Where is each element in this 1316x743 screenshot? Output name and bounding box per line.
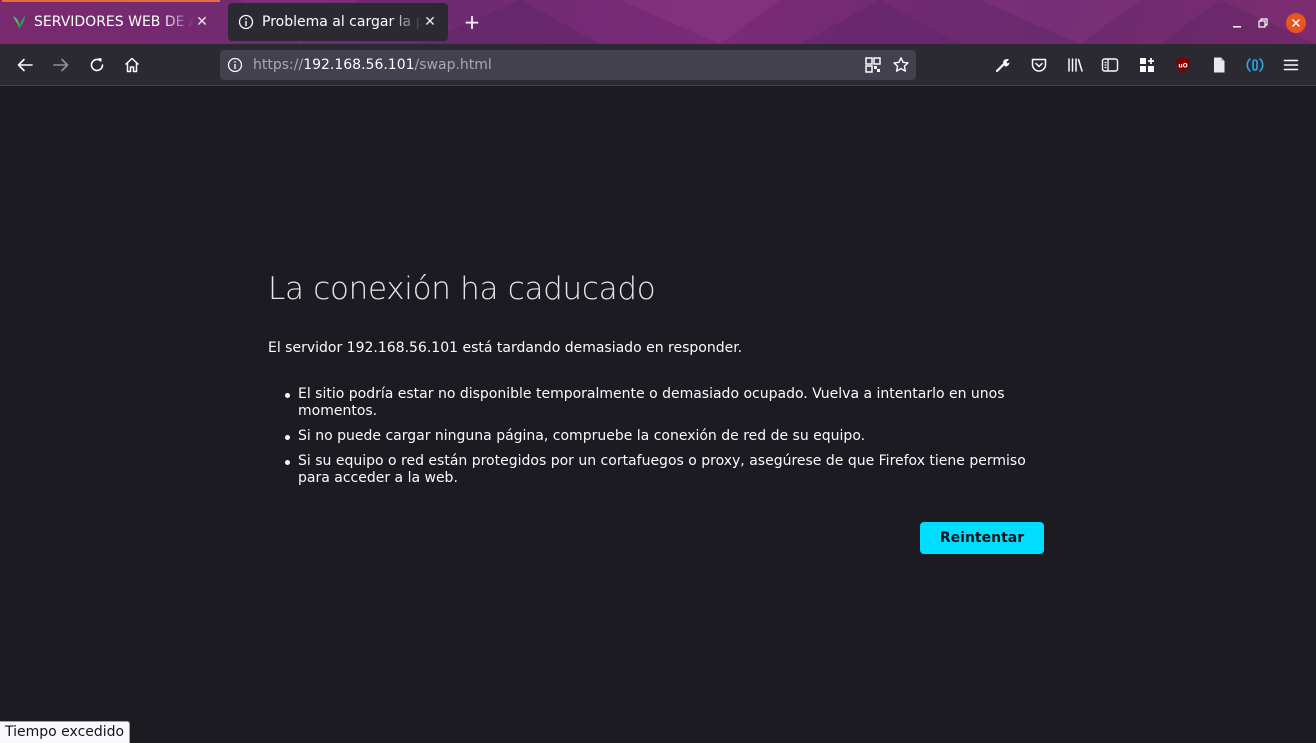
retry-button[interactable]: Reintentar	[920, 522, 1044, 554]
sidebar-button[interactable]	[1100, 55, 1120, 75]
restore-icon	[1258, 18, 1268, 28]
tab-label: SERVIDORES WEB DE AL	[34, 14, 194, 30]
forward-button[interactable]	[51, 55, 71, 75]
extensions-button[interactable]	[1137, 55, 1157, 75]
tab-close-icon[interactable]: ✕	[422, 14, 438, 30]
inactive-tab-indicator	[2, 0, 220, 2]
tab-servidores[interactable]: SERVIDORES WEB DE AL ✕	[2, 3, 220, 41]
arrow-right-icon	[53, 58, 69, 72]
tab-problema[interactable]: Problema al cargar la página ✕	[228, 3, 448, 41]
new-tab-button[interactable]: +	[462, 12, 482, 32]
library-button[interactable]	[1065, 55, 1085, 75]
wappalyzer-button[interactable]	[1245, 55, 1265, 75]
status-bar: Tiempo excedido	[0, 721, 131, 743]
wrench-icon	[995, 58, 1010, 73]
hamburger-menu-icon	[1283, 59, 1299, 71]
ublock-shield-icon: uO	[1176, 57, 1190, 73]
home-button[interactable]	[122, 55, 142, 75]
reload-button[interactable]	[87, 55, 107, 75]
home-icon	[124, 57, 140, 73]
tab-bar: SERVIDORES WEB DE AL ✕ Problema al carga…	[0, 0, 1316, 44]
pocket-button[interactable]	[1029, 55, 1049, 75]
wrench-button[interactable]	[993, 55, 1013, 75]
leaf-icon	[12, 14, 26, 30]
page-button[interactable]	[1209, 55, 1229, 75]
document-icon	[1214, 57, 1225, 73]
close-icon	[1291, 18, 1301, 28]
minimize-icon	[1233, 26, 1241, 28]
url-bar[interactable]: https://192.168.56.101/swap.html	[220, 50, 916, 80]
library-icon	[1068, 58, 1083, 72]
minimize-button[interactable]	[1228, 14, 1246, 32]
error-title: La conexión ha caducado	[268, 271, 656, 307]
bookmark-star-icon[interactable]	[892, 56, 910, 74]
tab-close-icon[interactable]: ✕	[194, 14, 210, 30]
pocket-icon	[1031, 58, 1047, 72]
info-icon	[238, 14, 254, 30]
error-description: El servidor 192.168.56.101 está tardando…	[268, 340, 743, 356]
puzzle-icon	[1140, 58, 1154, 72]
restore-button[interactable]	[1254, 14, 1272, 32]
window-close-button[interactable]	[1286, 13, 1306, 33]
url-text[interactable]: https://192.168.56.101/swap.html	[253, 57, 492, 73]
ublock-button[interactable]: uO	[1173, 55, 1193, 75]
navigation-bar: https://192.168.56.101/swap.html uO	[0, 44, 1316, 86]
suggestion-item: Si no puede cargar ninguna página, compr…	[282, 428, 1042, 445]
tab-label: Problema al cargar la página	[262, 14, 422, 30]
menu-button[interactable]	[1281, 55, 1301, 75]
back-button[interactable]	[15, 55, 35, 75]
reload-icon	[90, 58, 104, 72]
url-host: 192.168.56.101	[303, 57, 415, 73]
svg-text:uO: uO	[1178, 63, 1187, 70]
signal-icon	[1246, 58, 1264, 72]
sidebar-icon	[1101, 58, 1119, 72]
suggestion-item: El sitio podría estar no disponible temp…	[282, 386, 1042, 420]
qr-code-icon[interactable]	[865, 57, 881, 73]
url-scheme: https://	[253, 57, 304, 73]
suggestion-item: Si su equipo o red están protegidos por …	[282, 453, 1042, 487]
url-path: /swap.html	[414, 57, 492, 73]
arrow-left-icon	[17, 58, 33, 72]
site-info-icon[interactable]	[227, 57, 243, 73]
error-suggestions-list: El sitio podría estar no disponible temp…	[282, 386, 1042, 495]
